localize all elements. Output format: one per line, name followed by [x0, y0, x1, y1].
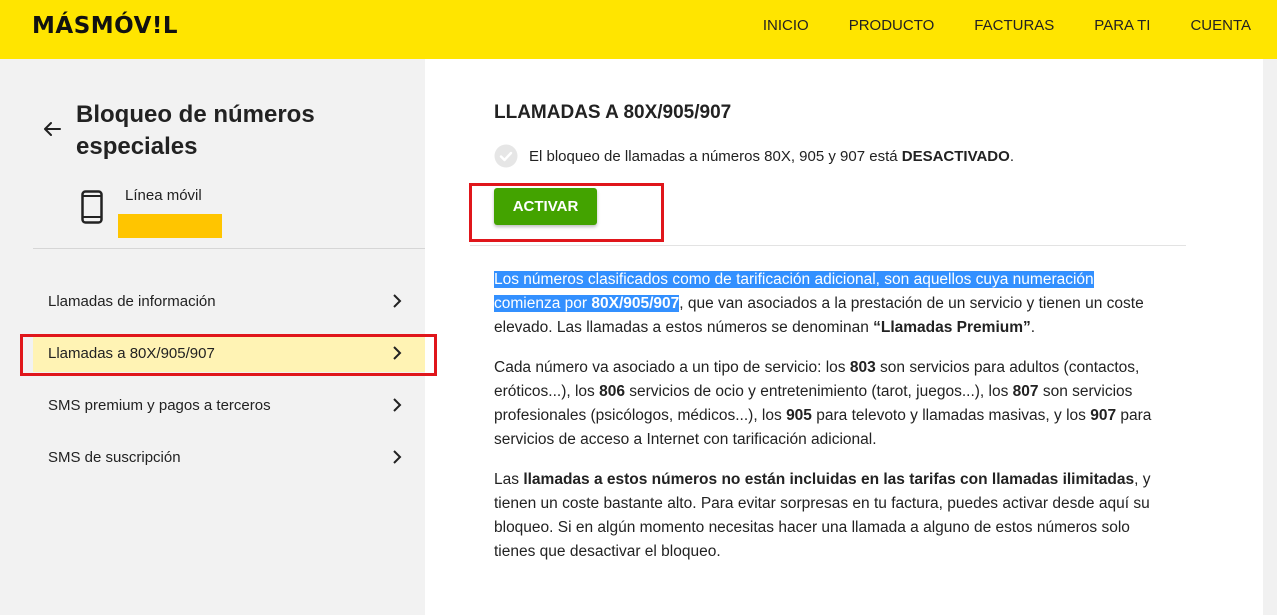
logo-main: MÁSMÓV	[32, 13, 152, 39]
paragraph-text: .	[1030, 319, 1036, 336]
nav-inicio[interactable]: INICIO	[763, 17, 809, 34]
line-type-label: Línea móvil	[125, 187, 202, 204]
sidebar-item-label: SMS premium y pagos a terceros	[48, 396, 271, 414]
status-prefix: El bloqueo de llamadas a números 80X, 90…	[529, 147, 902, 165]
paragraph-bold: 807	[1012, 383, 1039, 400]
status-text: El bloqueo de llamadas a números 80X, 90…	[529, 148, 1014, 165]
mobile-phone-icon	[81, 190, 103, 224]
paragraph-bold: 907	[1090, 407, 1117, 424]
section-title: LLAMADAS A 80X/905/907	[494, 102, 732, 123]
status-value: DESACTIVADO	[901, 147, 1010, 165]
sidebar-item-sms-suscripcion[interactable]: SMS de suscripción	[33, 438, 425, 476]
selected-text-bold: 80X/905/907	[591, 295, 680, 312]
main-nav: INICIO PRODUCTO FACTURAS PARA TI CUENTA	[723, 0, 1251, 50]
block-status: El bloqueo de llamadas a números 80X, 90…	[494, 144, 1014, 168]
nav-para-ti[interactable]: PARA TI	[1094, 17, 1150, 34]
paragraph-services: Cada número va asociado a un tipo de ser…	[494, 356, 1162, 452]
nav-cuenta[interactable]: CUENTA	[1190, 17, 1251, 34]
sidebar-item-sms-premium[interactable]: SMS premium y pagos a terceros	[33, 386, 425, 424]
content-divider	[470, 245, 1186, 246]
sidebar-title: Bloqueo de números especiales	[76, 101, 315, 160]
paragraph-bold: 806	[599, 383, 625, 400]
status-suffix: .	[1009, 147, 1014, 165]
paragraph-bold: 803	[849, 359, 876, 376]
paragraph-tariffs: Las llamadas a estos números no están in…	[494, 468, 1162, 564]
chevron-right-icon	[393, 450, 402, 464]
back-arrow-icon[interactable]	[40, 117, 64, 141]
paragraph-bold: “Llamadas Premium”	[873, 319, 1031, 336]
sidebar-item-label: SMS de suscripción	[48, 448, 181, 466]
sidebar-item-llamadas-informacion[interactable]: Llamadas de información	[33, 282, 425, 320]
chevron-right-icon	[393, 398, 402, 412]
check-circle-icon	[494, 144, 518, 168]
sidebar-item-label: Llamadas de información	[48, 292, 216, 310]
paragraph-text: Las	[494, 471, 524, 488]
paragraph-bold: llamadas a estos números no están inclui…	[523, 471, 1135, 488]
logo-bang: !	[151, 13, 163, 39]
page-scrollbar[interactable]	[1263, 59, 1277, 615]
paragraph-text: servicios de ocio y entretenimiento (tar…	[624, 383, 1013, 400]
paragraph-text: para televoto y llamadas masivas, y los	[811, 407, 1091, 424]
paragraph-bold: 905	[786, 407, 812, 424]
paragraph-text: Cada número va asociado a un tipo de ser…	[494, 359, 850, 376]
activate-button[interactable]: ACTIVAR	[494, 188, 597, 225]
masmovil-logo[interactable]: MÁSMÓV!L	[32, 13, 178, 39]
line-number-redacted	[118, 214, 222, 238]
chevron-right-icon	[393, 294, 402, 308]
nav-producto[interactable]: PRODUCTO	[849, 17, 935, 34]
top-header: MÁSMÓV!L INICIO PRODUCTO FACTURAS PARA T…	[0, 0, 1277, 59]
paragraph-definition: Los números clasificados como de tarific…	[494, 268, 1162, 340]
sidebar-divider	[33, 248, 425, 249]
logo-end: L	[162, 13, 179, 39]
nav-facturas[interactable]: FACTURAS	[974, 17, 1054, 34]
highlight-box-menu-item	[20, 334, 437, 376]
